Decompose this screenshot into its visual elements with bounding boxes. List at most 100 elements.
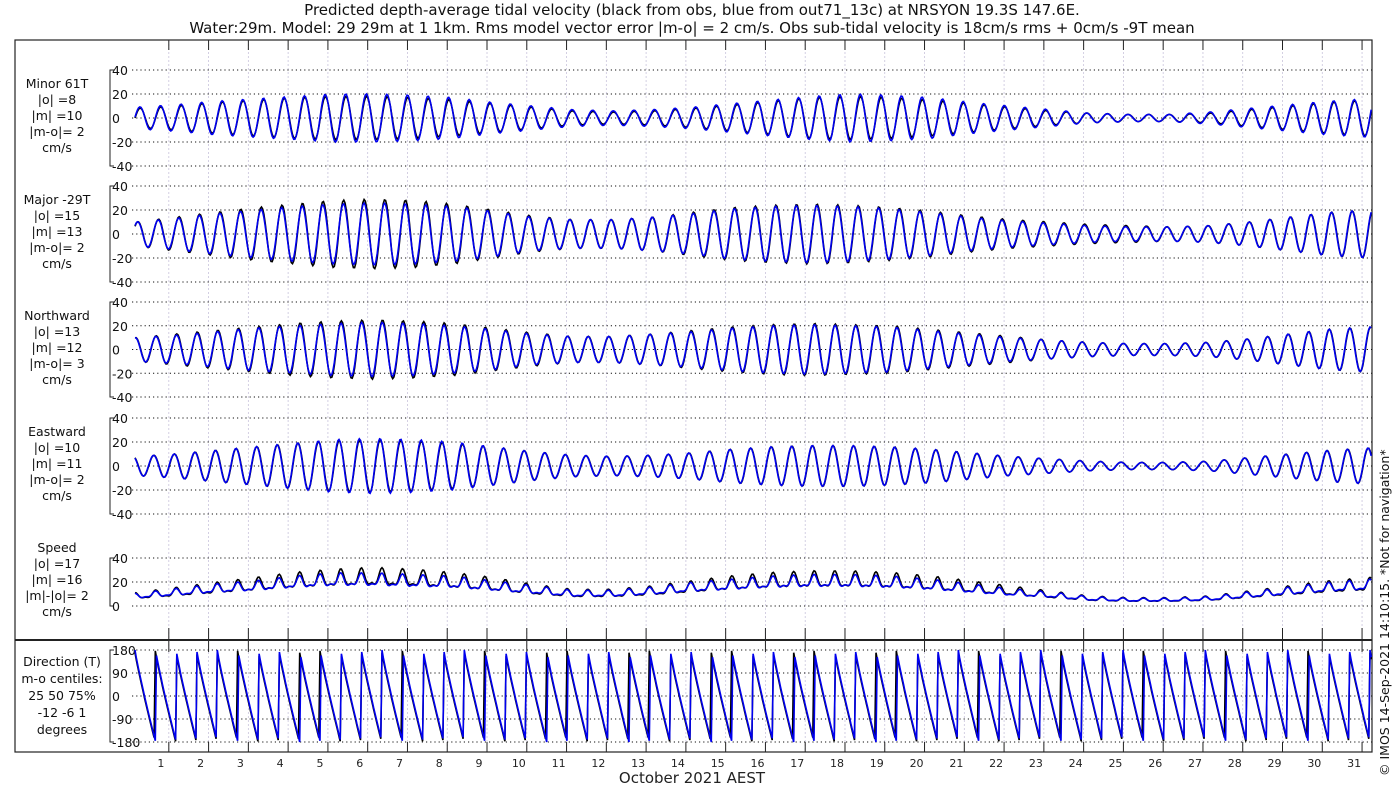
figure-frame <box>14 39 1373 753</box>
x-tick-label-26: 26 <box>1148 757 1162 770</box>
direction-model-line <box>134 649 1372 743</box>
northward-label-0: Northward <box>24 308 90 323</box>
x-tick-label-6: 6 <box>356 757 363 770</box>
northward-model-line <box>134 321 1372 378</box>
chart-title: Predicted depth-average tidal velocity (… <box>304 1 1080 20</box>
major-label-4: cm/s <box>42 256 72 271</box>
eastward-y-tick-label: 40 <box>112 411 128 426</box>
x-axis-label: October 2021 AEST <box>619 769 766 787</box>
major-y-tick-label: -20 <box>112 251 132 266</box>
direction-label-2: 25 50 75% <box>28 688 96 703</box>
speed-label-0: Speed <box>37 540 76 555</box>
northward-obs-line <box>134 319 1372 381</box>
eastward-y-tick-label: -20 <box>112 483 132 498</box>
eastward-y-tick-label: 0 <box>112 459 120 474</box>
x-tick-label-5: 5 <box>316 757 323 770</box>
speed-y-tick-label: 40 <box>112 551 128 566</box>
northward-y-tick-label: 20 <box>112 319 128 334</box>
minor-y-tick-label: 0 <box>112 111 120 126</box>
x-tick-label-24: 24 <box>1069 757 1083 770</box>
minor-label-2: |m| =10 <box>32 108 83 123</box>
major-label-1: |o| =15 <box>34 208 80 223</box>
eastward-label-4: cm/s <box>42 488 72 503</box>
northward-y-tick-label: 0 <box>112 343 120 358</box>
x-tick-label-21: 21 <box>949 757 963 770</box>
x-tick-label-23: 23 <box>1029 757 1043 770</box>
northward-label-4: cm/s <box>42 372 72 387</box>
direction-y-tick-label: -180 <box>112 735 140 750</box>
northward-label-2: |m| =12 <box>32 340 83 355</box>
minor-y-tick-label: -40 <box>112 159 132 174</box>
minor-y-tick-label: 40 <box>112 63 128 78</box>
x-tick-label-4: 4 <box>277 757 284 770</box>
speed-y-tick-label: 0 <box>112 599 120 614</box>
x-tick-label-29: 29 <box>1268 757 1282 770</box>
x-tick-label-8: 8 <box>436 757 443 770</box>
direction-label-4: degrees <box>37 722 87 737</box>
major-label-3: |m-o|= 2 <box>29 240 84 255</box>
major-y-tick-label: 0 <box>112 227 120 242</box>
major-label-0: Major -29T <box>24 192 91 207</box>
northward-y-tick-label: 40 <box>112 295 128 310</box>
x-tick-label-10: 10 <box>512 757 526 770</box>
x-tick-label-31: 31 <box>1347 757 1361 770</box>
speed-label-2: |m| =16 <box>32 572 83 587</box>
minor-label-1: |o| =8 <box>38 92 77 107</box>
x-tick-label-3: 3 <box>237 757 244 770</box>
eastward-label-3: |m-o|= 2 <box>29 472 84 487</box>
major-model-line <box>134 201 1372 266</box>
speed-obs-line <box>134 566 1372 603</box>
x-tick-label-20: 20 <box>910 757 924 770</box>
minor-label-3: |m-o|= 2 <box>29 124 84 139</box>
tidal-velocity-figure: Predicted depth-average tidal velocity (… <box>14 1 1392 787</box>
x-tick-label-27: 27 <box>1188 757 1202 770</box>
direction-y-tick-label: 90 <box>112 666 128 681</box>
x-tick-label-22: 22 <box>989 757 1003 770</box>
eastward-label-2: |m| =11 <box>32 456 83 471</box>
x-tick-label-2: 2 <box>197 757 204 770</box>
northward-y-tick-label: -40 <box>112 390 132 405</box>
northward-label-3: |m-o|= 3 <box>29 356 84 371</box>
eastward-y-tick-label: -40 <box>112 507 132 522</box>
eastward-label-0: Eastward <box>28 424 86 439</box>
x-tick-label-25: 25 <box>1108 757 1122 770</box>
major-label-2: |m| =13 <box>32 224 83 239</box>
chart-subtitle: Water:29m. Model: 29 29m at 1 1km. Rms m… <box>189 19 1194 37</box>
northward-y-tick-label: -20 <box>112 366 132 381</box>
direction-label-1: m-o centiles: <box>21 671 102 686</box>
x-tick-label-11: 11 <box>552 757 566 770</box>
x-tick-label-12: 12 <box>591 757 605 770</box>
x-tick-label-17: 17 <box>790 757 804 770</box>
gridlines <box>132 40 1372 752</box>
panel-labels: Minor 61T|o| =8|m| =10|m-o|= 2cm/sMajor … <box>21 76 102 737</box>
direction-y-tick-label: 180 <box>112 643 136 658</box>
axes: 40 20 0 -20 -40 40 20 0 -20 -40 40 20 0 -20 -40 40 20 0 -2… <box>109 40 1363 752</box>
x-tick-label-18: 18 <box>830 757 844 770</box>
major-y-tick-label: 20 <box>112 203 128 218</box>
eastward-model-line <box>134 437 1372 495</box>
x-tick-label-9: 9 <box>476 757 483 770</box>
minor-label-0: Minor 61T <box>26 76 89 91</box>
major-y-tick-label: -40 <box>112 275 132 290</box>
minor-y-tick-label: 20 <box>112 87 128 102</box>
major-y-tick-label: 40 <box>112 179 128 194</box>
x-tick-label-28: 28 <box>1228 757 1242 770</box>
northward-label-1: |o| =13 <box>34 324 80 339</box>
direction-y-tick-label: -90 <box>112 712 132 727</box>
direction-y-tick-label: 0 <box>112 689 120 704</box>
minor-y-tick-label: -20 <box>112 135 132 150</box>
minor-label-4: cm/s <box>42 140 72 155</box>
eastward-label-1: |o| =10 <box>34 440 80 455</box>
eastward-y-tick-label: 20 <box>112 435 128 450</box>
speed-label-4: cm/s <box>42 604 72 619</box>
speed-label-3: |m|-|o|= 2 <box>25 588 89 603</box>
speed-label-1: |o| =17 <box>34 556 80 571</box>
x-tick-label-1: 1 <box>157 757 164 770</box>
x-tick-label-7: 7 <box>396 757 403 770</box>
direction-label-0: Direction (T) <box>23 654 101 669</box>
x-tick-label-19: 19 <box>870 757 884 770</box>
x-tick-label-30: 30 <box>1307 757 1321 770</box>
watermark: © IMOS 14-Sep-2021 14:10:15. *Not for na… <box>1377 449 1392 776</box>
series <box>134 92 1372 743</box>
direction-label-3: -12 -6 1 <box>38 705 87 720</box>
